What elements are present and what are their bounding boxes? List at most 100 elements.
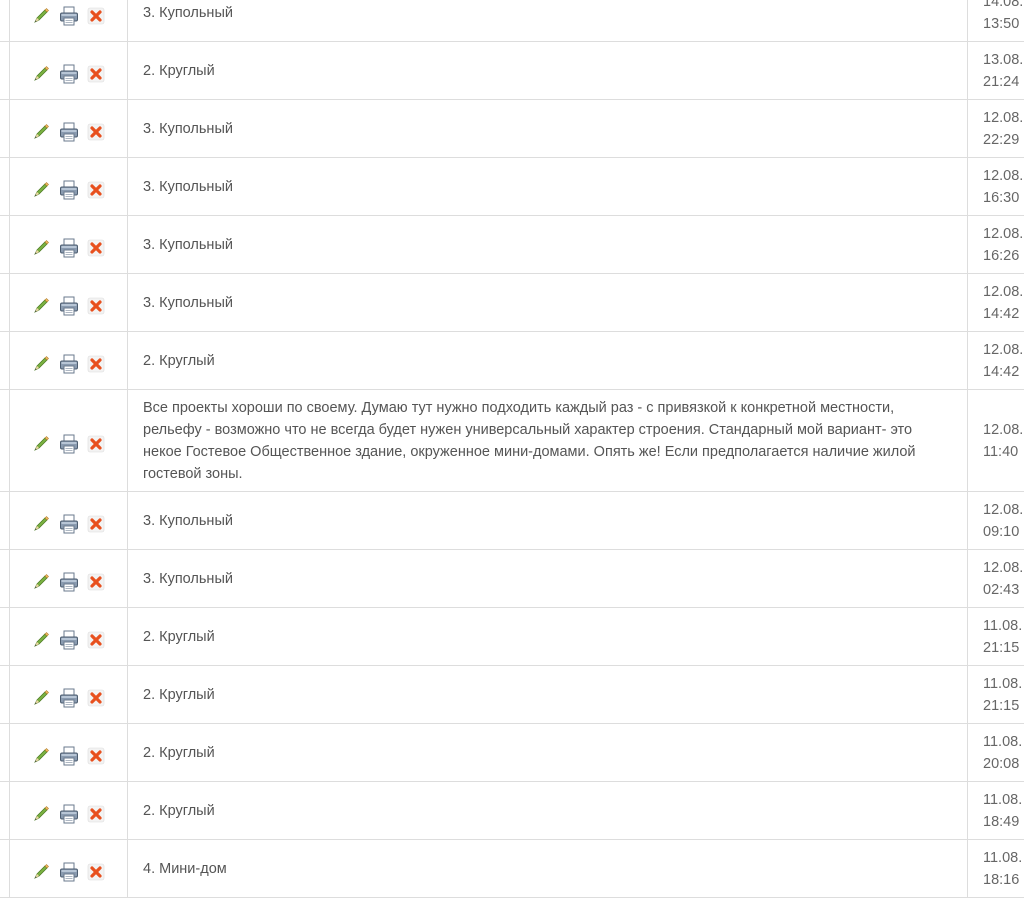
printer-icon[interactable]	[58, 861, 80, 883]
pencil-icon[interactable]	[30, 63, 52, 85]
pencil-icon[interactable]	[30, 861, 52, 883]
pencil-icon[interactable]	[30, 121, 52, 143]
pencil-icon[interactable]	[30, 179, 52, 201]
row-actions	[10, 179, 127, 201]
delete-x-icon[interactable]	[86, 179, 108, 201]
delete-x-icon[interactable]	[86, 803, 108, 825]
row-edge-cell	[0, 781, 10, 840]
row-edge-cell	[0, 99, 10, 158]
time-text: 14:42	[983, 363, 1020, 380]
printer-icon[interactable]	[58, 433, 80, 455]
printer-icon[interactable]	[58, 513, 80, 535]
pencil-icon[interactable]	[30, 629, 52, 651]
date-text: 12.08.	[983, 167, 1024, 184]
answer-text: 3. Купольный	[143, 294, 233, 311]
row-edge-cell	[0, 491, 10, 550]
table-row: 3. Купольный 12.08. 16:30	[0, 157, 1024, 216]
delete-x-icon[interactable]	[86, 295, 108, 317]
printer-icon[interactable]	[58, 353, 80, 375]
row-edge-cell	[0, 389, 10, 492]
pencil-icon[interactable]	[30, 5, 52, 27]
time-text: 20:08	[983, 755, 1020, 772]
row-actions-cell	[9, 389, 128, 492]
answer-text: 3. Купольный	[143, 570, 233, 587]
pencil-icon[interactable]	[30, 745, 52, 767]
time-text: 09:10	[983, 523, 1020, 540]
date-cell: 12.08. 02:43	[967, 549, 1024, 608]
row-actions	[10, 353, 127, 375]
row-actions-cell	[9, 839, 128, 898]
date-text: 11.08.	[983, 849, 1023, 866]
time-text: 18:49	[983, 813, 1020, 830]
date-cell: 13.08. 21:24	[967, 41, 1024, 100]
answer-text: 2. Круглый	[143, 62, 215, 79]
table-row: 3. Купольный 12.08. 09:10	[0, 491, 1024, 550]
row-actions	[10, 295, 127, 317]
printer-icon[interactable]	[58, 629, 80, 651]
table-row: 3. Купольный 12.08. 14:42	[0, 273, 1024, 332]
time-text: 16:30	[983, 189, 1020, 206]
pencil-icon[interactable]	[30, 237, 52, 259]
time-text: 21:15	[983, 697, 1020, 714]
date-text: 11.08.	[983, 791, 1023, 808]
pencil-icon[interactable]	[30, 353, 52, 375]
table-row: 2. Круглый 11.08. 20:08	[0, 723, 1024, 782]
answer-text: 2. Круглый	[143, 628, 215, 645]
answer-text: 3. Купольный	[143, 178, 233, 195]
printer-icon[interactable]	[58, 803, 80, 825]
delete-x-icon[interactable]	[86, 513, 108, 535]
delete-x-icon[interactable]	[86, 687, 108, 709]
date-text: 12.08.	[983, 283, 1024, 300]
pencil-icon[interactable]	[30, 295, 52, 317]
time-text: 21:24	[983, 73, 1020, 90]
table-row: 3. Купольный 12.08. 22:29	[0, 99, 1024, 158]
row-edge-cell	[0, 665, 10, 724]
date-text: 12.08.	[983, 341, 1024, 358]
delete-x-icon[interactable]	[86, 353, 108, 375]
answer-cell: 3. Купольный	[127, 549, 968, 608]
delete-x-icon[interactable]	[86, 433, 108, 455]
pencil-icon[interactable]	[30, 433, 52, 455]
pencil-icon[interactable]	[30, 803, 52, 825]
time-text: 13:50	[983, 15, 1020, 32]
delete-x-icon[interactable]	[86, 629, 108, 651]
answer-text: 2. Круглый	[143, 802, 215, 819]
printer-icon[interactable]	[58, 5, 80, 27]
table-row: Все проекты хороши по своему. Думаю тут …	[0, 389, 1024, 492]
delete-x-icon[interactable]	[86, 237, 108, 259]
pencil-icon[interactable]	[30, 571, 52, 593]
delete-x-icon[interactable]	[86, 5, 108, 27]
row-actions	[10, 803, 127, 825]
printer-icon[interactable]	[58, 63, 80, 85]
delete-x-icon[interactable]	[86, 63, 108, 85]
printer-icon[interactable]	[58, 687, 80, 709]
row-actions-cell	[9, 331, 128, 390]
printer-icon[interactable]	[58, 237, 80, 259]
date-cell: 12.08. 09:10	[967, 491, 1024, 550]
row-actions	[10, 571, 127, 593]
delete-x-icon[interactable]	[86, 121, 108, 143]
answer-cell: 3. Купольный	[127, 99, 968, 158]
row-edge-cell	[0, 41, 10, 100]
table-row: 3. Купольный 14.08. 13:50	[0, 0, 1024, 42]
printer-icon[interactable]	[58, 179, 80, 201]
date-text: 11.08.	[983, 675, 1023, 692]
delete-x-icon[interactable]	[86, 745, 108, 767]
printer-icon[interactable]	[58, 571, 80, 593]
answer-text: 4. Мини-дом	[143, 860, 227, 877]
pencil-icon[interactable]	[30, 513, 52, 535]
row-actions	[10, 63, 127, 85]
printer-icon[interactable]	[58, 121, 80, 143]
row-edge-cell	[0, 273, 10, 332]
printer-icon[interactable]	[58, 295, 80, 317]
row-edge-cell	[0, 607, 10, 666]
printer-icon[interactable]	[58, 745, 80, 767]
date-cell: 11.08. 21:15	[967, 607, 1024, 666]
row-actions	[10, 861, 127, 883]
delete-x-icon[interactable]	[86, 861, 108, 883]
delete-x-icon[interactable]	[86, 571, 108, 593]
table-row: 2. Круглый 13.08. 21:24	[0, 41, 1024, 100]
answer-cell: 4. Мини-дом	[127, 839, 968, 898]
date-cell: 12.08. 22:29	[967, 99, 1024, 158]
pencil-icon[interactable]	[30, 687, 52, 709]
